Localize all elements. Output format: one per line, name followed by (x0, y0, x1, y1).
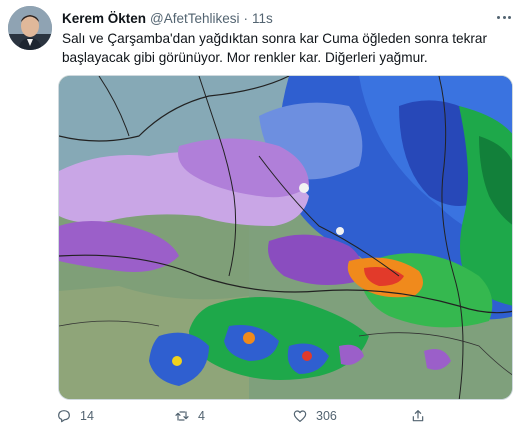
radar-map-image (59, 76, 512, 399)
like-button[interactable]: 306 (292, 403, 410, 429)
tweet-timestamp[interactable]: 11s (252, 11, 273, 26)
retweet-button[interactable]: 4 (174, 403, 292, 429)
reply-count: 14 (80, 409, 94, 423)
tweet-header: Kerem Ökten @AfetTehlikesi · 11s (62, 9, 273, 27)
reply-button[interactable]: 14 (56, 403, 174, 429)
tweet-media-radar-map[interactable] (58, 75, 513, 400)
tweet-actions: 14 4 306 (56, 403, 446, 429)
tweet-text-line: Salı ve Çarşamba'dan yağdıktan sonra kar… (62, 31, 487, 46)
tweet-text-line: başlayacak gibi görünüyor. Mor renkler k… (62, 50, 428, 65)
avatar-image (8, 6, 52, 50)
reply-icon (58, 410, 70, 423)
author-handle[interactable]: @AfetTehlikesi (150, 11, 240, 26)
tweet-text: Salı ve Çarşamba'dan yağdıktan sonra kar… (62, 29, 502, 67)
retweet-count: 4 (198, 409, 205, 423)
share-button[interactable] (410, 403, 440, 429)
separator-dot: · (243, 10, 249, 26)
more-options-icon[interactable] (494, 9, 514, 25)
author-name[interactable]: Kerem Ökten (62, 11, 146, 26)
heart-icon (293, 410, 307, 422)
avatar[interactable] (8, 6, 52, 50)
like-count: 306 (316, 409, 337, 423)
retweet-icon (175, 411, 189, 421)
share-icon (412, 410, 424, 422)
tweet-card[interactable]: Kerem Ökten @AfetTehlikesi · 11s Salı ve… (0, 0, 526, 432)
